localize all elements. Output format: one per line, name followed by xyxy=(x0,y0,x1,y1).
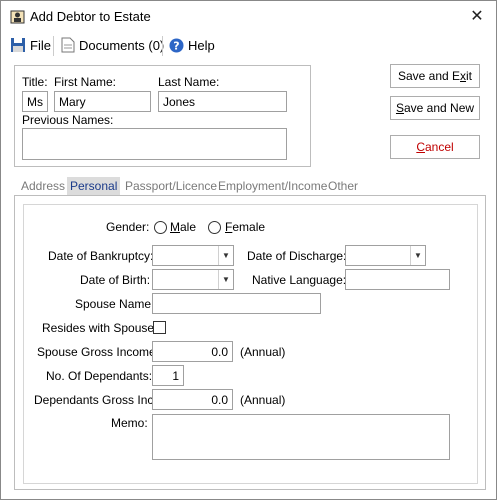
spouse-name-label: Spouse Name: xyxy=(75,297,155,311)
tab-employment-income[interactable]: Employment/Income xyxy=(215,177,330,195)
female-radio[interactable] xyxy=(208,221,221,234)
date-of-birth-label: Date of Birth: xyxy=(80,273,151,287)
personal-tab-panel: Gender: Male Female Date of Bankruptcy: … xyxy=(14,195,486,490)
first-name-field[interactable]: Mary xyxy=(54,91,151,112)
date-of-discharge-picker[interactable]: ▼ xyxy=(345,245,426,266)
resides-with-spouse-checkbox[interactable] xyxy=(153,321,166,334)
date-of-bankruptcy-picker[interactable]: ▼ xyxy=(152,245,234,266)
tab-personal[interactable]: Personal xyxy=(67,177,121,195)
spouse-gross-income-label: Spouse Gross Income: xyxy=(37,345,160,359)
documents-button[interactable]: Documents (0) xyxy=(61,36,164,54)
spouse-name-field[interactable] xyxy=(152,293,321,314)
previous-names-label: Previous Names: xyxy=(22,113,114,127)
app-icon xyxy=(10,10,25,24)
cancel-text: ancel xyxy=(424,140,454,154)
toolbar-divider xyxy=(53,36,54,56)
date-of-discharge-label: Date of Discharge: xyxy=(247,249,347,263)
document-icon xyxy=(61,37,75,53)
save-exit-text-end: it xyxy=(466,69,473,83)
date-of-bankruptcy-label: Date of Bankruptcy: xyxy=(48,249,154,263)
female-radio-label[interactable]: Female xyxy=(225,220,265,234)
save-exit-text: Save and E xyxy=(397,69,461,83)
dependants-income-period: (Annual) xyxy=(240,393,286,407)
no-of-dependants-label: No. Of Dependants: xyxy=(46,369,153,383)
first-name-label: First Name: xyxy=(54,75,117,89)
file-menu-label: File xyxy=(30,37,51,53)
female-text: emale xyxy=(232,220,266,234)
personal-form: Gender: Male Female Date of Bankruptcy: … xyxy=(23,204,478,484)
close-button[interactable]: ✕ xyxy=(463,4,491,30)
tab-address[interactable]: Address xyxy=(18,177,68,195)
help-icon: ? xyxy=(169,38,184,52)
memo-field[interactable] xyxy=(152,414,450,460)
gender-label: Gender: xyxy=(106,220,150,234)
documents-label: Documents (0) xyxy=(79,37,165,53)
title-field[interactable]: Ms xyxy=(22,91,48,112)
tab-passport-licence[interactable]: Passport/Licence xyxy=(122,177,220,195)
cancel-button[interactable]: Cancel xyxy=(390,135,480,159)
save-and-exit-button[interactable]: Save and Exit xyxy=(390,64,480,88)
male-text: ale xyxy=(180,220,197,234)
male-radio-label[interactable]: Male xyxy=(170,220,196,234)
help-label: Help xyxy=(188,37,215,53)
save-new-mnemonic: S xyxy=(395,101,404,115)
resides-with-spouse-label: Resides with Spouse: xyxy=(42,321,158,335)
spouse-income-period: (Annual) xyxy=(240,345,286,359)
memo-label: Memo: xyxy=(111,416,148,430)
title-bar: Add Debtor to Estate ✕ xyxy=(1,1,496,32)
tab-other[interactable]: Other xyxy=(325,177,361,195)
chevron-down-icon[interactable]: ▼ xyxy=(218,270,233,289)
dependants-gross-income-label: Dependants Gross Inc: xyxy=(34,393,157,407)
window-title: Add Debtor to Estate xyxy=(30,9,151,24)
date-of-birth-picker[interactable]: ▼ xyxy=(152,269,234,290)
dependants-gross-income-field[interactable]: 0.0 xyxy=(152,389,233,410)
spouse-gross-income-field[interactable]: 0.0 xyxy=(152,341,233,362)
title-label: Title: xyxy=(22,75,48,89)
previous-names-field[interactable] xyxy=(22,128,287,160)
male-radio[interactable] xyxy=(154,221,167,234)
male-mnemonic: M xyxy=(170,220,180,234)
save-and-new-button[interactable]: Save and New xyxy=(390,96,480,120)
svg-text:?: ? xyxy=(173,39,179,52)
add-debtor-window: Add Debtor to Estate ✕ File Documents (0… xyxy=(0,0,497,500)
chevron-down-icon[interactable]: ▼ xyxy=(410,246,425,265)
cancel-mnemonic: C xyxy=(416,140,425,154)
last-name-field[interactable]: Jones xyxy=(158,91,287,112)
name-group: Title: First Name: Last Name: Ms Mary Jo… xyxy=(14,65,311,167)
no-of-dependants-field[interactable]: 1 xyxy=(152,365,184,386)
toolbar: File Documents (0) ? Help xyxy=(1,32,496,58)
help-button[interactable]: ? Help xyxy=(169,36,215,54)
native-language-field[interactable] xyxy=(345,269,450,290)
last-name-label: Last Name: xyxy=(158,75,220,89)
toolbar-divider xyxy=(162,36,163,56)
save-disk-icon xyxy=(11,38,25,52)
file-menu[interactable]: File xyxy=(10,36,51,54)
save-new-text: ave and New xyxy=(403,101,475,115)
native-language-label: Native Language: xyxy=(252,273,347,287)
chevron-down-icon[interactable]: ▼ xyxy=(218,246,233,265)
